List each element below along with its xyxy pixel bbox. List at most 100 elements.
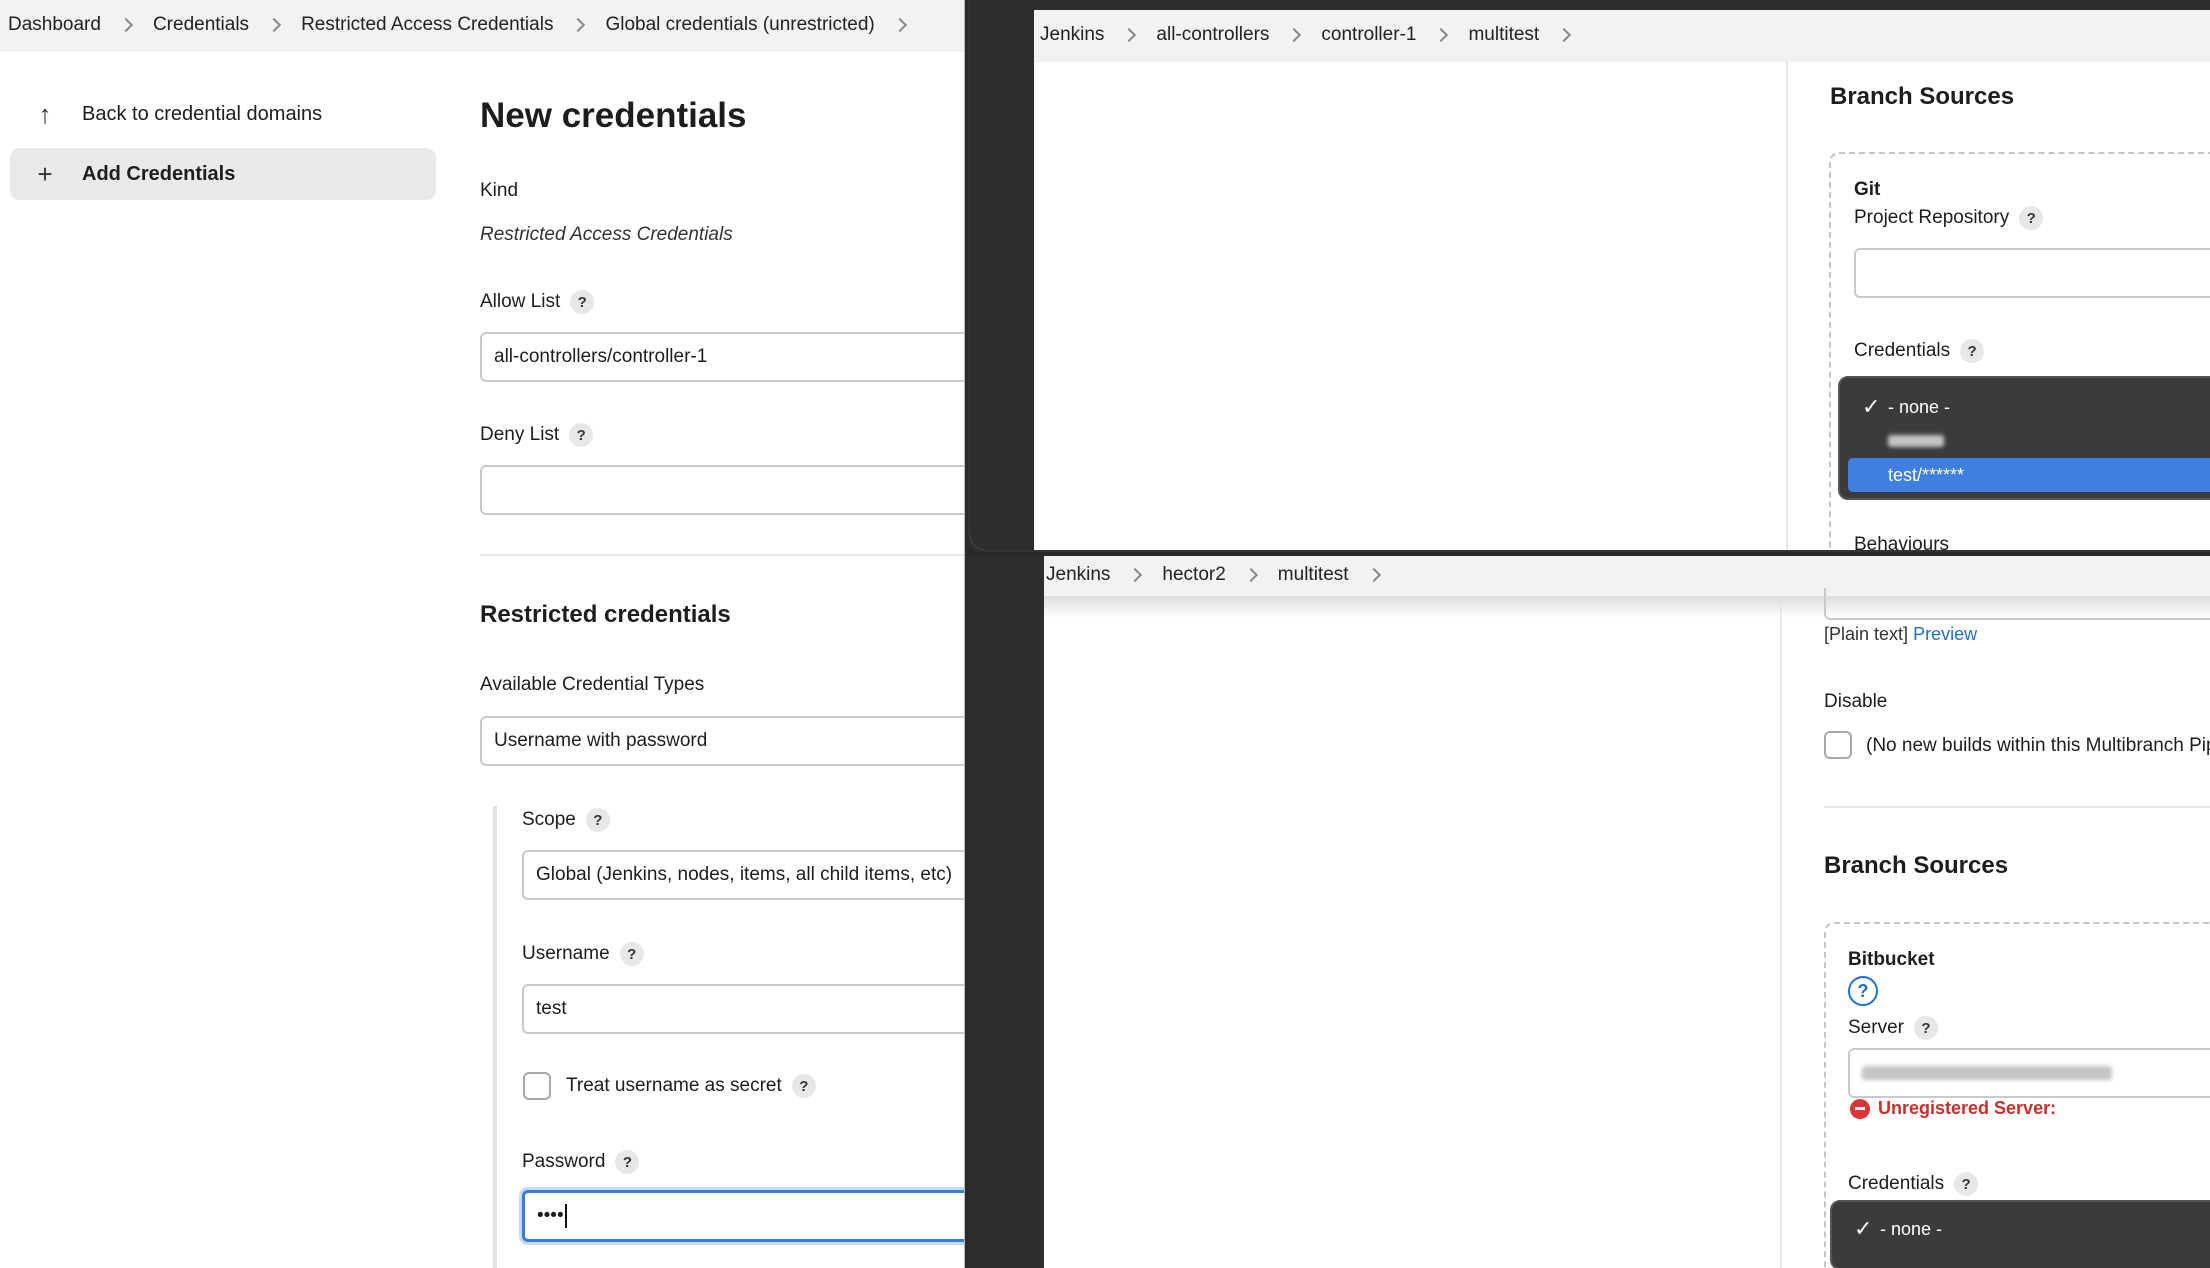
breadcrumb-credentials[interactable]: Credentials: [153, 14, 249, 36]
chevron-right-icon[interactable]: [1366, 567, 1381, 583]
credentials-text: Credentials: [1848, 1173, 1945, 1194]
treat-username-secret-checkbox[interactable]: [523, 1072, 551, 1100]
chevron-right-icon[interactable]: [1557, 27, 1572, 43]
server-label: Server?: [1848, 1016, 1938, 1040]
checkmark-icon: ✓: [1854, 1216, 1873, 1241]
breadcrumb-jenkins[interactable]: Jenkins: [1046, 564, 1110, 586]
back-to-domains-link[interactable]: ↑ Back to credential domains: [10, 88, 436, 140]
scope-label: Scope?: [522, 808, 610, 832]
help-icon[interactable]: ?: [2019, 206, 2044, 230]
breadcrumb-multitest[interactable]: multitest: [1278, 564, 1349, 586]
breadcrumb-controller-1[interactable]: controller-1: [1321, 24, 1416, 46]
credentials-option-test-label: test/******: [1888, 464, 1965, 485]
credential-types-label: Available Credential Types: [480, 674, 705, 695]
bitbucket-branch-sources-window: Jenkins hector2 multitest [Plain text] P…: [968, 556, 2210, 1268]
error-icon: [1850, 1098, 1870, 1119]
kind-value: Restricted Access Credentials: [480, 224, 733, 245]
scope-text: Scope: [522, 809, 576, 830]
disable-checkbox-label: (No new builds within this Multibranch P…: [1866, 735, 2210, 756]
chevron-right-icon: [118, 17, 134, 33]
credentials-text: Credentials: [1854, 340, 1951, 361]
preview-link[interactable]: Preview: [1913, 624, 1977, 644]
treat-username-secret-label: Treat username as secret?: [566, 1074, 816, 1098]
text-cursor: [564, 1204, 567, 1228]
credentials-dropdown[interactable]: ✓ - none -: [1830, 1200, 2210, 1268]
server-text: Server: [1848, 1017, 1904, 1038]
restricted-credentials-heading: Restricted credentials: [480, 601, 731, 628]
breadcrumb-dashboard[interactable]: Dashboard: [8, 14, 101, 36]
section-divider: [480, 554, 964, 556]
help-icon[interactable]: ?: [585, 808, 610, 832]
allow-list-text: Allow List: [480, 291, 561, 312]
kind-label: Kind: [480, 180, 519, 201]
breadcrumb-all-controllers[interactable]: all-controllers: [1156, 24, 1269, 46]
help-icon[interactable]: ?: [1954, 1172, 1979, 1196]
branch-sources-heading: Branch Sources: [1830, 83, 2015, 110]
credentials-option-none[interactable]: ✓ - none -: [1848, 390, 2210, 424]
chevron-right-icon: [1287, 27, 1302, 43]
plain-text-note: [Plain text] Preview: [1824, 624, 1977, 645]
plus-icon: +: [37, 158, 53, 189]
page-title: New credentials: [480, 96, 747, 135]
window-left-edge: [970, 0, 1034, 550]
nested-section-line: [493, 806, 497, 1268]
breadcrumb-hector2[interactable]: hector2: [1162, 564, 1225, 586]
add-credentials-link[interactable]: + Add Credentials: [10, 148, 436, 200]
chevron-right-icon: [571, 17, 586, 33]
behaviours-label: Behaviours: [1854, 534, 1950, 552]
help-icon[interactable]: ?: [1960, 339, 1985, 363]
breadcrumb-restricted-access[interactable]: Restricted Access Credentials: [301, 14, 553, 36]
git-source-title: Git: [1854, 179, 1881, 200]
description-textarea[interactable]: [1824, 588, 2210, 620]
window-left-edge: [968, 556, 1044, 1268]
credential-types-select[interactable]: Username with password: [480, 716, 964, 766]
credentials-option-test[interactable]: test/******: [1848, 458, 2210, 492]
new-credentials-window: Dashboard Credentials Restricted Access …: [0, 0, 965, 1268]
add-credentials-label: Add Credentials: [82, 162, 236, 185]
password-input[interactable]: ••••: [522, 1190, 964, 1242]
help-icon[interactable]: ?: [569, 423, 594, 447]
help-circle-icon[interactable]: ?: [1848, 976, 1878, 1006]
unregistered-text: Unregistered Server:: [1878, 1098, 2057, 1118]
arrow-up-icon: ↑: [38, 98, 52, 129]
plain-text-label: [Plain text]: [1824, 624, 1909, 644]
username-text: Username: [522, 943, 610, 964]
chevron-right-icon: [1128, 567, 1143, 583]
help-icon[interactable]: ?: [615, 1150, 640, 1174]
unregistered-server-error: Unregistered Server:: [1850, 1098, 2056, 1119]
project-repository-label: Project Repository?: [1854, 206, 2044, 230]
credentials-option-none[interactable]: ✓ - none -: [1840, 1212, 2210, 1246]
breadcrumb-jenkins[interactable]: Jenkins: [1040, 24, 1104, 46]
blurred-server-value: [1862, 1066, 2112, 1080]
blurred-credential-option[interactable]: [1888, 435, 1944, 447]
breadcrumb: Jenkins hector2 multitest: [1046, 564, 1401, 586]
treat-username-secret-text: Treat username as secret: [566, 1075, 782, 1096]
breadcrumb-multitest[interactable]: multitest: [1468, 24, 1539, 46]
disable-checkbox[interactable]: [1824, 731, 1852, 759]
deny-list-label: Deny List?: [480, 423, 594, 447]
scope-select[interactable]: Global (Jenkins, nodes, items, all child…: [522, 850, 964, 900]
branch-sources-heading: Branch Sources: [1824, 852, 2009, 879]
allow-list-input[interactable]: all-controllers/controller-1: [480, 332, 964, 382]
deny-list-text: Deny List: [480, 424, 560, 445]
project-repository-input[interactable]: [1854, 248, 2210, 298]
credentials-dropdown[interactable]: ✓ - none - test/******: [1838, 376, 2210, 500]
username-input[interactable]: test: [522, 984, 964, 1034]
chevron-right-icon: [1243, 567, 1258, 583]
help-icon[interactable]: ?: [570, 290, 595, 314]
breadcrumb-global-credentials[interactable]: Global credentials (unrestricted): [605, 14, 874, 36]
chevron-right-icon: [1122, 27, 1137, 43]
breadcrumb: Dashboard Credentials Restricted Access …: [8, 14, 927, 36]
git-branch-sources-window: Jenkins all-controllers controller-1 mul…: [968, 0, 2210, 552]
chevron-right-icon[interactable]: [892, 17, 907, 33]
help-icon[interactable]: ?: [1913, 1016, 1938, 1040]
chevron-right-icon: [1434, 27, 1449, 43]
deny-list-input[interactable]: [480, 465, 964, 515]
password-text: Password: [522, 1151, 606, 1172]
credentials-label: Credentials?: [1848, 1172, 1979, 1196]
help-icon[interactable]: ?: [619, 942, 644, 966]
project-repository-text: Project Repository: [1854, 207, 2010, 228]
credentials-option-none-label: - none -: [1880, 1218, 1943, 1239]
server-select[interactable]: [1848, 1048, 2210, 1098]
help-icon[interactable]: ?: [791, 1074, 816, 1098]
